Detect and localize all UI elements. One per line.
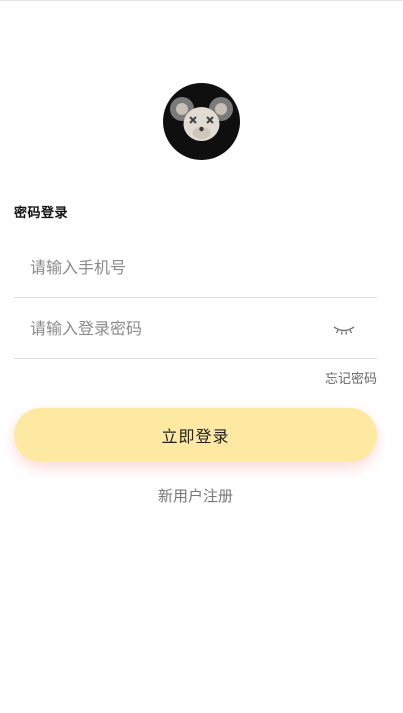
password-input[interactable] xyxy=(14,299,330,357)
login-button[interactable]: 立即登录 xyxy=(14,408,377,462)
eye-closed-icon[interactable] xyxy=(333,321,355,335)
register-link[interactable]: 新用户注册 xyxy=(0,485,391,506)
phone-input[interactable] xyxy=(14,238,330,296)
phone-field xyxy=(14,238,377,298)
forgot-password-link[interactable]: 忘记密码 xyxy=(325,368,377,387)
password-field xyxy=(14,299,377,359)
login-method-title: 密码登录 xyxy=(14,206,69,221)
avatar xyxy=(163,83,240,160)
bear-avatar-icon xyxy=(163,83,240,160)
top-divider xyxy=(0,0,403,1)
